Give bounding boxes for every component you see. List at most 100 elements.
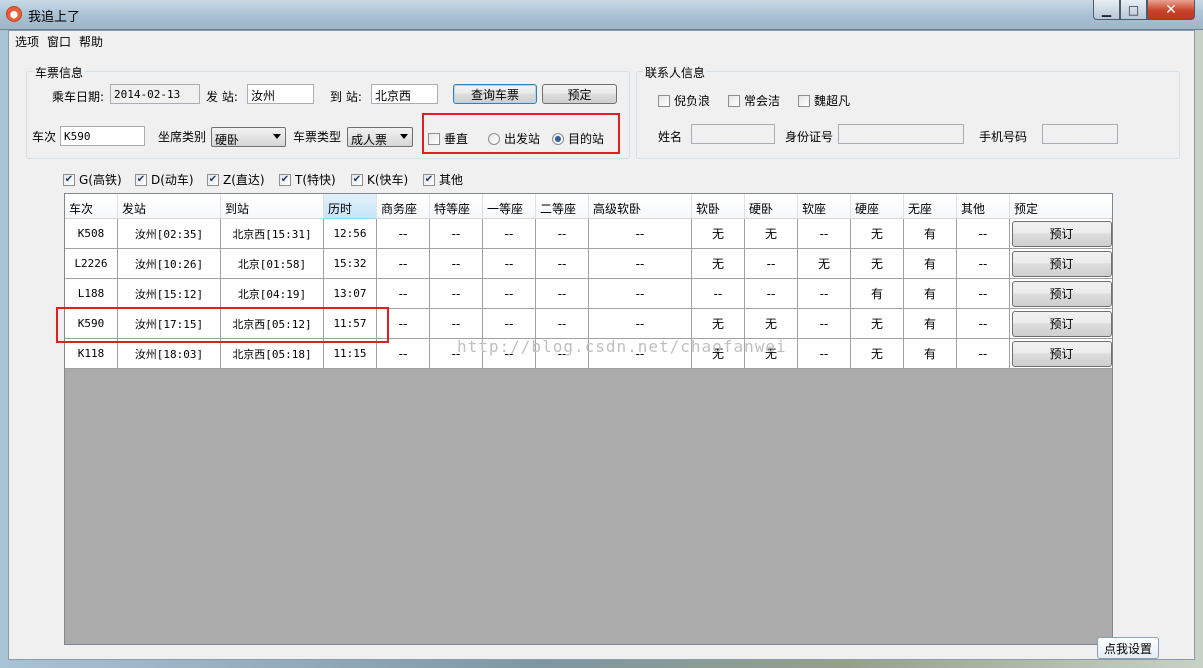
filter-other-label: 其他	[439, 173, 464, 187]
col-header-to[interactable]: 到站	[221, 194, 324, 219]
cell-book: 预订	[1010, 279, 1112, 309]
cell-duration: 12:56	[324, 219, 377, 249]
phone-field[interactable]	[1042, 124, 1118, 144]
date-field[interactable]: 2014-02-13	[110, 84, 200, 104]
cell-hard-sleeper: --	[745, 249, 798, 279]
cell-first: --	[483, 249, 536, 279]
departure-station-radio[interactable]: 出发站	[488, 130, 540, 147]
menu-window[interactable]: 窗口	[43, 33, 75, 50]
vertical-label: 垂直	[444, 132, 469, 146]
menu-options[interactable]: 选项	[11, 33, 43, 50]
cell-soft-seat: 无	[798, 249, 851, 279]
cell-no-seat: 有	[904, 249, 957, 279]
menu-bar: 选项 窗口 帮助	[9, 31, 1194, 51]
from-station-field[interactable]: 汝州	[247, 84, 314, 104]
train-results-grid[interactable]: 车次 发站 到站 历时 商务座 特等座 一等座 二等座 高级软卧 软卧 硬卧 软…	[64, 193, 1113, 645]
filter-z-checkbox[interactable]: ✔ Z(直达)	[207, 171, 265, 188]
col-header-soft-seat[interactable]: 软座	[798, 194, 851, 219]
filter-t-label: T(特快)	[295, 173, 336, 187]
cell-soft-sleeper: 无	[692, 309, 745, 339]
book-row-button[interactable]: 预订	[1011, 310, 1112, 337]
cell-train: K590	[65, 309, 118, 339]
radio-circle-selected	[552, 132, 564, 145]
ticket-info-title: 车票信息	[33, 64, 86, 81]
cell-book: 预订	[1010, 249, 1112, 279]
book-row-button[interactable]: 预订	[1011, 340, 1112, 367]
table-row[interactable]: L2226 汝州[10:26] 北京[01:58] 15:32 -- -- -- -- -- 无 -…	[65, 249, 1112, 279]
col-header-soft-sleeper[interactable]: 软卧	[692, 194, 745, 219]
filter-t-checkbox[interactable]: ✔ T(特快)	[279, 171, 336, 188]
table-row[interactable]: K590 汝州[17:15] 北京西[05:12] 11:57 -- -- -- -- -- 无无…	[65, 309, 1112, 339]
filter-d-checkbox[interactable]: ✔ D(动车)	[135, 171, 194, 188]
contact-checkbox-3[interactable]: 魏超凡	[798, 92, 850, 109]
cell-to: 北京[01:58]	[221, 249, 324, 279]
filter-k-checkbox[interactable]: ✔ K(快车)	[351, 171, 408, 188]
filter-z-label: Z(直达)	[223, 173, 265, 187]
checkbox-box	[728, 94, 740, 107]
cell-book: 预订	[1010, 339, 1112, 369]
cell-from: 汝州[18:03]	[118, 339, 221, 369]
seat-type-label: 坐席类别	[158, 130, 207, 144]
cell-soft-sleeper: --	[692, 279, 745, 309]
checkbox-box	[798, 94, 810, 107]
cell-from: 汝州[15:12]	[118, 279, 221, 309]
book-row-button[interactable]: 预订	[1011, 220, 1112, 247]
col-header-book[interactable]: 预定	[1010, 194, 1112, 219]
book-row-button[interactable]: 预订	[1011, 280, 1112, 307]
filter-g-checkbox[interactable]: ✔ G(高铁)	[63, 171, 122, 188]
col-header-second[interactable]: 二等座	[536, 194, 589, 219]
book-row-button[interactable]: 预订	[1011, 250, 1112, 277]
cell-soft-seat: --	[798, 309, 851, 339]
table-row[interactable]: K508 汝州[02:35] 北京西[15:31] 12:56 -- -- -- -- -- 无无…	[65, 219, 1112, 249]
cell-duration: 13:07	[324, 279, 377, 309]
id-number-field[interactable]	[838, 124, 964, 144]
col-header-duration[interactable]: 历时	[324, 194, 377, 219]
col-header-special[interactable]: 特等座	[430, 194, 483, 219]
col-header-hard-sleeper[interactable]: 硬卧	[745, 194, 798, 219]
train-number-field[interactable]: K590	[60, 126, 145, 146]
col-header-other[interactable]: 其他	[957, 194, 1010, 219]
cell-special: --	[430, 279, 483, 309]
settings-balloon[interactable]: 点我设置	[1097, 637, 1159, 659]
cell-from: 汝州[10:26]	[118, 249, 221, 279]
query-tickets-button[interactable]: 查询车票	[453, 84, 537, 104]
to-station-field[interactable]: 北京西	[371, 84, 438, 104]
cell-no-seat: 有	[904, 219, 957, 249]
title-bar[interactable]: 我追上了 ▁ □ ✕	[0, 0, 1203, 30]
cell-second: --	[536, 219, 589, 249]
contact-name-label: 姓名	[658, 130, 683, 144]
contact-name-field[interactable]	[691, 124, 775, 144]
filter-g-label: G(高铁)	[79, 173, 122, 187]
filter-other-checkbox[interactable]: ✔ 其他	[423, 171, 463, 188]
checkmark-icon: ✔	[423, 173, 435, 186]
minimize-button[interactable]: ▁	[1093, 0, 1120, 20]
col-header-hard-seat[interactable]: 硬座	[851, 194, 904, 219]
window-title: 我追上了	[28, 10, 81, 25]
cell-second: --	[536, 279, 589, 309]
seat-type-select[interactable]: 硬卧	[211, 127, 286, 147]
col-header-from[interactable]: 发站	[118, 194, 221, 219]
col-header-no-seat[interactable]: 无座	[904, 194, 957, 219]
cell-train: L188	[65, 279, 118, 309]
ticket-type-select[interactable]: 成人票	[347, 127, 413, 147]
contact-checkbox-2[interactable]: 常会洁	[728, 92, 780, 109]
book-button[interactable]: 预定	[542, 84, 617, 104]
cell-soft-sleeper: 无	[692, 219, 745, 249]
contact-checkbox-1[interactable]: 倪负浪	[658, 92, 710, 109]
maximize-button[interactable]: □	[1120, 0, 1147, 20]
table-row[interactable]: L188 汝州[15:12] 北京[04:19] 13:07 -- -- -- -- -- -- -…	[65, 279, 1112, 309]
cell-other: --	[957, 279, 1010, 309]
col-header-train[interactable]: 车次	[65, 194, 118, 219]
menu-help[interactable]: 帮助	[75, 33, 107, 50]
filter-k-label: K(快车)	[367, 173, 409, 187]
destination-station-radio[interactable]: 目的站	[552, 130, 604, 147]
cell-business: --	[377, 309, 430, 339]
chevron-down-icon	[400, 134, 408, 139]
cell-hard-seat: 有	[851, 279, 904, 309]
col-header-first[interactable]: 一等座	[483, 194, 536, 219]
close-button[interactable]: ✕	[1147, 0, 1195, 20]
cell-special: --	[430, 309, 483, 339]
vertical-checkbox[interactable]: 垂直	[428, 130, 468, 147]
col-header-business[interactable]: 商务座	[377, 194, 430, 219]
col-header-deluxe-sleeper[interactable]: 高级软卧	[589, 194, 692, 219]
